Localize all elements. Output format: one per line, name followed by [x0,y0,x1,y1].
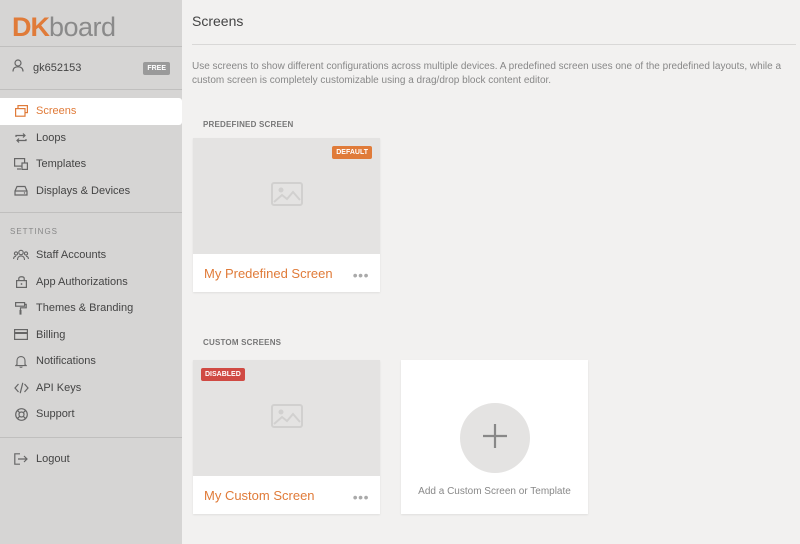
sidebar-item-label: Support [36,408,75,421]
page-title: Screens [192,13,244,29]
screen-name[interactable]: My Predefined Screen [204,266,353,281]
card-footer: My Predefined Screen ••• [193,254,380,292]
screen-name[interactable]: My Custom Screen [204,488,353,503]
lock-icon [13,275,29,289]
sidebar: DK board gk652153 FREE Screens Loops Temp… [0,0,182,544]
bell-icon [13,354,29,368]
screen-thumbnail: DEFAULT [193,138,380,254]
sidebar-item-label: Screens [36,105,77,118]
image-placeholder-icon [270,403,303,433]
page-description: Use screens to show different configurat… [192,61,782,86]
add-screen-label: Add a Custom Screen or Template [418,486,571,497]
more-options-icon[interactable]: ••• [353,267,369,283]
screens-icon [13,104,29,118]
default-badge: DEFAULT [332,146,372,159]
sidebar-item-label: Staff Accounts [36,249,107,262]
paint-roller-icon [13,301,29,315]
card-footer: My Custom Screen ••• [193,476,380,514]
plus-icon [481,422,509,455]
sidebar-item-label: Displays & Devices [36,184,131,197]
plan-badge: FREE [143,61,170,75]
main-nav: Screens Loops Templates Displays & Devic… [0,90,182,204]
sidebar-item-label: API Keys [36,381,82,394]
logo-dk: DK [12,11,50,42]
custom-screen-card[interactable]: DISABLED My Custom Screen ••• [193,360,380,514]
logo[interactable]: DK board [0,0,182,46]
custom-section-label: CUSTOM SCREENS [203,338,282,347]
sidebar-item-label: Templates [36,158,87,171]
sidebar-item-support[interactable]: Support [0,401,182,428]
sidebar-item-staff-accounts[interactable]: Staff Accounts [0,242,182,269]
sidebar-item-themes-branding[interactable]: Themes & Branding [0,295,182,322]
sidebar-item-label: Themes & Branding [36,302,134,315]
devices-icon [13,184,29,198]
add-button[interactable] [460,403,530,473]
predefined-section-label: PREDEFINED SCREEN [203,120,294,129]
screen-thumbnail: DISABLED [193,360,380,476]
sidebar-item-label: App Authorizations [36,275,128,288]
sidebar-item-notifications[interactable]: Notifications [0,348,182,375]
sidebar-item-logout[interactable]: Logout [0,446,182,473]
sidebar-item-templates[interactable]: Templates [0,151,182,178]
image-placeholder-icon [270,181,303,211]
credit-card-icon [13,328,29,342]
code-icon [13,381,29,395]
more-options-icon[interactable]: ••• [353,489,369,505]
predefined-screen-card[interactable]: DEFAULT My Predefined Screen ••• [193,138,380,292]
settings-section-label: SETTINGS [10,227,59,236]
sidebar-item-label: Notifications [36,355,96,368]
add-custom-screen-card[interactable]: Add a Custom Screen or Template [401,360,588,514]
sidebar-item-label: Logout [36,452,70,465]
sidebar-item-label: Billing [36,328,66,341]
divider [0,436,182,438]
sidebar-item-screens[interactable]: Screens [0,98,182,125]
logout-icon [13,452,29,466]
sidebar-item-displays-devices[interactable]: Displays & Devices [0,178,182,205]
people-icon [13,248,29,262]
loop-icon [13,131,29,145]
sidebar-item-label: Loops [36,131,66,144]
sidebar-item-api-keys[interactable]: API Keys [0,375,182,402]
user-icon [12,59,24,77]
logo-board: board [49,11,116,42]
disabled-badge: DISABLED [201,368,245,381]
user-account[interactable]: gk652153 FREE [0,47,182,89]
sidebar-item-billing[interactable]: Billing [0,322,182,349]
user-name: gk652153 [33,62,82,74]
templates-icon [13,157,29,171]
sidebar-item-loops[interactable]: Loops [0,125,182,152]
main-content: Screens Use screens to show different co… [182,0,800,544]
lifebuoy-icon [13,407,29,421]
divider [192,44,796,45]
sidebar-item-app-authorizations[interactable]: App Authorizations [0,269,182,296]
